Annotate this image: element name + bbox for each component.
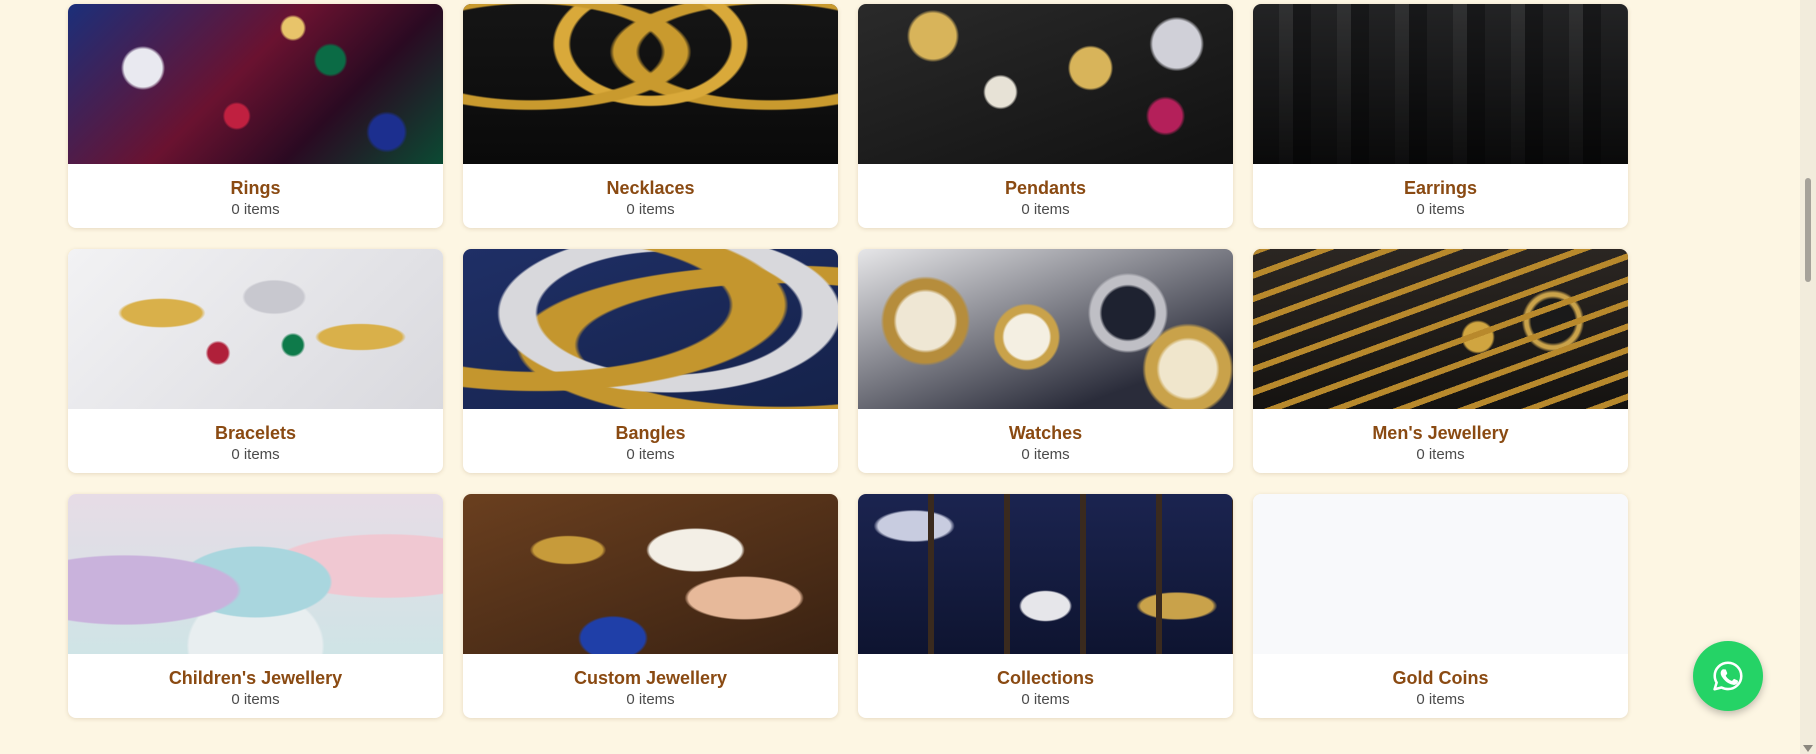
category-card-custom-jewellery[interactable]: Custom Jewellery 0 items (463, 494, 838, 718)
category-info: Watches 0 items (858, 409, 1233, 473)
category-image[interactable] (68, 494, 443, 654)
category-info: Men's Jewellery 0 items (1253, 409, 1628, 473)
category-card-bangles[interactable]: Bangles 0 items (463, 249, 838, 473)
category-info: Collections 0 items (858, 654, 1233, 718)
category-title[interactable]: Men's Jewellery (1253, 422, 1628, 444)
category-title[interactable]: Necklaces (463, 177, 838, 199)
category-card-collections[interactable]: Collections 0 items (858, 494, 1233, 718)
scroll-down-arrow-icon[interactable] (1803, 745, 1813, 752)
page-scrollbar[interactable] (1800, 0, 1816, 754)
category-image[interactable] (1253, 4, 1628, 164)
category-info: Rings 0 items (68, 164, 443, 228)
category-info: Custom Jewellery 0 items (463, 654, 838, 718)
category-count: 0 items (626, 201, 675, 218)
category-count: 0 items (231, 446, 280, 463)
category-title[interactable]: Gold Coins (1253, 667, 1628, 689)
category-title[interactable]: Bangles (463, 422, 838, 444)
category-count: 0 items (1021, 691, 1070, 708)
category-card-watches[interactable]: Watches 0 items (858, 249, 1233, 473)
category-info: Gold Coins 0 items (1253, 654, 1628, 718)
category-count: 0 items (231, 691, 280, 708)
whatsapp-icon (1713, 661, 1743, 691)
category-title[interactable]: Custom Jewellery (463, 667, 838, 689)
category-title[interactable]: Pendants (858, 177, 1233, 199)
category-count: 0 items (626, 446, 675, 463)
category-info: Earrings 0 items (1253, 164, 1628, 228)
category-image[interactable] (858, 4, 1233, 164)
category-count: 0 items (1416, 446, 1465, 463)
category-info: Bangles 0 items (463, 409, 838, 473)
category-image[interactable] (463, 4, 838, 164)
category-card-gold-coins[interactable]: Gold Coins 0 items (1253, 494, 1628, 718)
category-grid: Rings 0 items Necklaces 0 items Pendants… (68, 4, 1628, 718)
category-card-mens-jewellery[interactable]: Men's Jewellery 0 items (1253, 249, 1628, 473)
category-title[interactable]: Rings (68, 177, 443, 199)
whatsapp-chat-button[interactable] (1693, 641, 1763, 711)
category-count: 0 items (1416, 201, 1465, 218)
category-card-rings[interactable]: Rings 0 items (68, 4, 443, 228)
category-title[interactable]: Watches (858, 422, 1233, 444)
category-card-childrens-jewellery[interactable]: Children's Jewellery 0 items (68, 494, 443, 718)
category-count: 0 items (626, 691, 675, 708)
category-title[interactable]: Collections (858, 667, 1233, 689)
category-card-earrings[interactable]: Earrings 0 items (1253, 4, 1628, 228)
category-count: 0 items (1021, 201, 1070, 218)
category-card-bracelets[interactable]: Bracelets 0 items (68, 249, 443, 473)
category-image[interactable] (68, 4, 443, 164)
category-image[interactable] (463, 249, 838, 409)
category-image[interactable] (68, 249, 443, 409)
category-title[interactable]: Children's Jewellery (68, 667, 443, 689)
category-image[interactable] (1253, 249, 1628, 409)
category-card-pendants[interactable]: Pendants 0 items (858, 4, 1233, 228)
category-card-necklaces[interactable]: Necklaces 0 items (463, 4, 838, 228)
category-count: 0 items (231, 201, 280, 218)
category-title[interactable]: Earrings (1253, 177, 1628, 199)
category-image[interactable] (858, 249, 1233, 409)
category-title[interactable]: Bracelets (68, 422, 443, 444)
category-image[interactable] (858, 494, 1233, 654)
category-info: Children's Jewellery 0 items (68, 654, 443, 718)
category-info: Pendants 0 items (858, 164, 1233, 228)
category-image[interactable] (463, 494, 838, 654)
category-info: Necklaces 0 items (463, 164, 838, 228)
scrollbar-thumb[interactable] (1805, 178, 1811, 282)
category-count: 0 items (1021, 446, 1070, 463)
category-info: Bracelets 0 items (68, 409, 443, 473)
category-image-placeholder[interactable] (1253, 494, 1628, 654)
category-count: 0 items (1416, 691, 1465, 708)
